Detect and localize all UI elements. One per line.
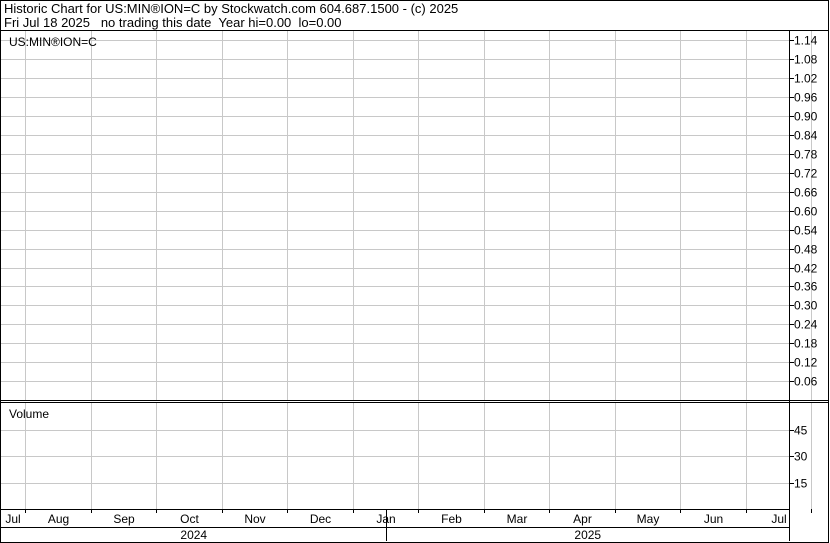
symbol-label: US:MIN®ION=C: [9, 35, 97, 49]
price-tick-label: 0.72: [794, 167, 818, 181]
month-label: Aug: [48, 512, 69, 526]
price-tick-label: 0.30: [794, 299, 818, 313]
volume-tick-label: 15: [794, 477, 808, 491]
price-tick-label: 0.54: [794, 224, 818, 238]
year-label: 2024: [180, 528, 207, 542]
month-label: Oct: [180, 512, 199, 526]
price-tick-label: 0.60: [794, 205, 818, 219]
month-label: Jun: [704, 512, 723, 526]
axis-labels: 1.14 1.08 1.02 0.96 0.90 0.84 0.78 0.72 0.66 0.60…: [5, 34, 817, 543]
price-tick-label: 1.02: [794, 72, 818, 86]
price-tick-label: 0.06: [794, 375, 818, 389]
month-label: Dec: [310, 512, 331, 526]
chart-page: Historic Chart for US:MIN®ION=C by Stock…: [0, 0, 830, 543]
month-label: Nov: [244, 512, 265, 526]
chart-frame: [0, 0, 829, 543]
month-label: Apr: [573, 512, 592, 526]
volume-label: Volume: [9, 407, 49, 421]
price-tick-label: 0.48: [794, 243, 818, 257]
price-tick-label: 0.90: [794, 110, 818, 124]
price-tick-label: 0.24: [794, 318, 818, 332]
price-tick-label: 0.96: [794, 91, 818, 105]
price-tick-label: 0.12: [794, 356, 818, 370]
price-tick-label: 0.18: [794, 337, 818, 351]
historic-chart: 1.14 1.08 1.02 0.96 0.90 0.84 0.78 0.72 0.66 0.60…: [0, 0, 829, 543]
month-label: Mar: [507, 512, 528, 526]
price-tick-label: 0.36: [794, 280, 818, 294]
year-label: 2025: [574, 528, 601, 542]
price-tick-label: 0.66: [794, 186, 818, 200]
price-tick-label: 0.84: [794, 129, 818, 143]
grid-lines: [1, 31, 812, 509]
price-tick-label: 1.14: [794, 34, 818, 48]
month-label: Jul: [5, 512, 20, 526]
volume-tick-label: 45: [794, 424, 808, 438]
month-label: Jan: [376, 512, 395, 526]
volume-tick-label: 30: [794, 450, 808, 464]
month-label: Sep: [113, 512, 135, 526]
outer-frame: [0, 0, 829, 543]
month-label: Feb: [441, 512, 462, 526]
month-label: May: [637, 512, 660, 526]
price-tick-label: 0.42: [794, 262, 818, 276]
price-tick-label: 0.78: [794, 148, 818, 162]
month-label: Jul: [771, 512, 786, 526]
price-tick-label: 1.08: [794, 53, 818, 67]
